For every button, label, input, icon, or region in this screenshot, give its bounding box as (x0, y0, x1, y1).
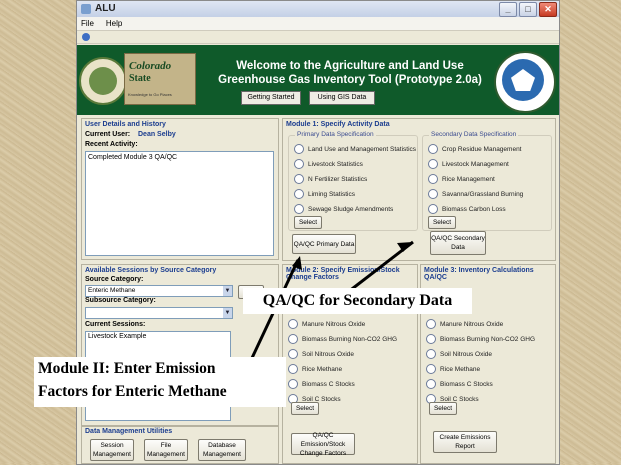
qa-secondary-callout: QA/QC for Secondary Data (243, 288, 472, 314)
qa-secondary-arrowhead (397, 242, 413, 252)
module2-callout: Module II: Enter Emission Factors for En… (34, 357, 286, 407)
